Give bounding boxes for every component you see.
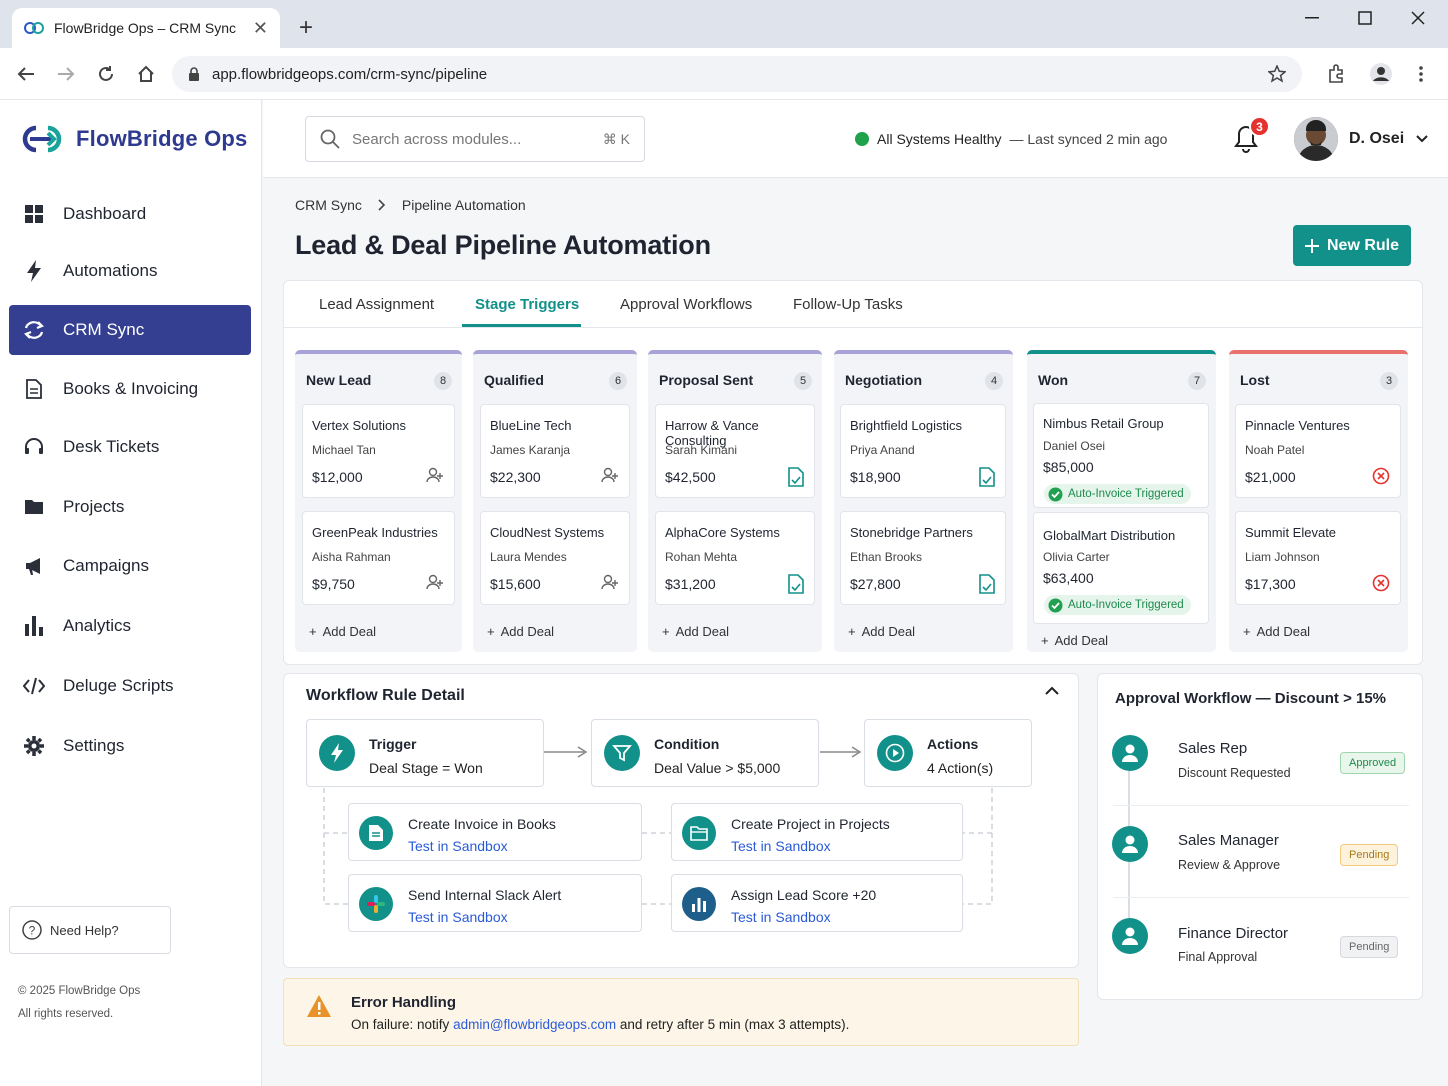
approval-role: Sales Manager bbox=[1178, 832, 1279, 849]
filter-icon bbox=[604, 735, 640, 771]
trigger-title: Trigger bbox=[369, 736, 417, 752]
approval-title: Approval Workflow — Discount > 15% bbox=[1115, 690, 1387, 707]
actions-title: Actions bbox=[927, 736, 979, 752]
action-item[interactable]: Send Internal Slack Alert Test in Sandbo… bbox=[348, 874, 642, 932]
approval-role: Finance Director bbox=[1178, 925, 1289, 942]
error-handling-panel bbox=[283, 978, 1079, 1046]
condition-rule: Deal Value > $5,000 bbox=[654, 760, 781, 776]
test-sandbox-link[interactable]: Test in Sandbox bbox=[731, 838, 831, 854]
error-handling-text: On failure: notify admin@flowbridgeops.c… bbox=[351, 1017, 849, 1032]
action-item[interactable]: Create Project in Projects Test in Sandb… bbox=[671, 803, 963, 861]
test-sandbox-link[interactable]: Test in Sandbox bbox=[731, 909, 831, 925]
approval-role: Sales Rep bbox=[1178, 740, 1248, 757]
warning-icon bbox=[306, 994, 332, 1018]
actions-count: 4 Action(s) bbox=[927, 760, 994, 776]
error-handling-title: Error Handling bbox=[351, 994, 457, 1011]
user-avatar-icon bbox=[1112, 826, 1148, 862]
action-item[interactable]: Assign Lead Score +20 Test in Sandbox bbox=[671, 874, 963, 932]
user-avatar-icon bbox=[1112, 918, 1148, 954]
status-badge: Approved bbox=[1340, 752, 1406, 774]
divider bbox=[1113, 897, 1409, 898]
error-text-after: and retry after 5 min (max 3 attempts). bbox=[616, 1017, 850, 1032]
approval-task: Discount Requested bbox=[1178, 766, 1291, 780]
test-sandbox-link[interactable]: Test in Sandbox bbox=[408, 909, 508, 925]
action-item[interactable]: Create Invoice in Books Test in Sandbox bbox=[348, 803, 642, 861]
admin-email-link[interactable]: admin@flowbridgeops.com bbox=[453, 1017, 616, 1032]
trigger-condition: Deal Stage = Won bbox=[369, 760, 483, 776]
approval-task: Final Approval bbox=[1178, 950, 1258, 964]
action-title: Create Project in Projects bbox=[731, 816, 890, 832]
approval-task: Review & Approve bbox=[1178, 858, 1281, 872]
folder-icon bbox=[682, 816, 716, 850]
test-sandbox-link[interactable]: Test in Sandbox bbox=[408, 838, 508, 854]
invoice-icon bbox=[359, 816, 393, 850]
bar-chart-icon bbox=[682, 887, 716, 921]
slack-icon bbox=[359, 887, 393, 921]
bolt-icon bbox=[319, 735, 355, 771]
actions-node[interactable]: Actions 4 Action(s) bbox=[864, 719, 1032, 787]
condition-title: Condition bbox=[654, 736, 720, 752]
condition-node[interactable]: Condition Deal Value > $5,000 bbox=[591, 719, 819, 787]
status-badge: Pending bbox=[1340, 844, 1399, 866]
action-title: Create Invoice in Books bbox=[408, 816, 556, 832]
trigger-node[interactable]: Trigger Deal Stage = Won bbox=[306, 719, 544, 787]
error-text-before: On failure: notify bbox=[351, 1017, 454, 1032]
action-title: Assign Lead Score +20 bbox=[731, 887, 877, 903]
action-title: Send Internal Slack Alert bbox=[408, 887, 562, 903]
status-badge: Pending bbox=[1340, 936, 1399, 958]
user-avatar-icon bbox=[1112, 735, 1148, 771]
play-icon bbox=[877, 735, 913, 771]
divider bbox=[1113, 805, 1409, 806]
